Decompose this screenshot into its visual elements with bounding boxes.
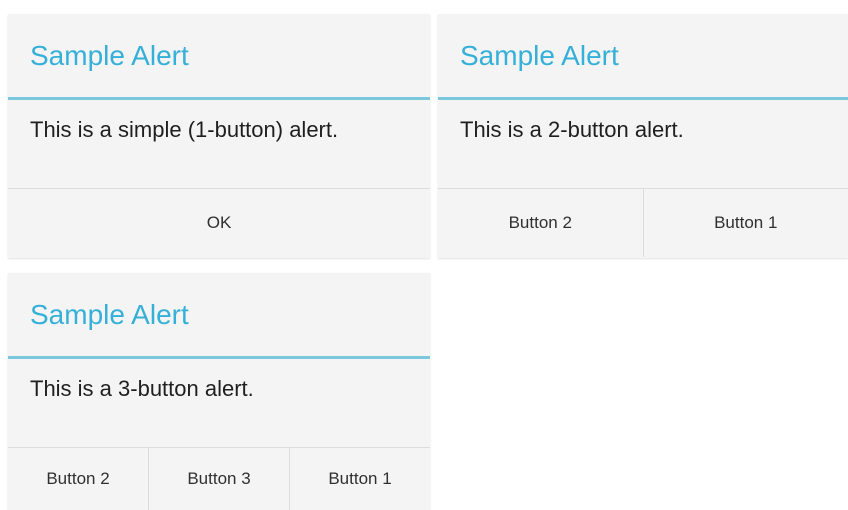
dialog-title-bar: Sample Alert — [8, 273, 430, 359]
button-2[interactable]: Button 2 — [438, 189, 643, 257]
dialog-message: This is a 3-button alert. — [30, 376, 254, 401]
dialog-message-area: This is a 3-button alert. — [8, 359, 430, 448]
dialog-title: Sample Alert — [30, 299, 189, 330]
dialog-title-bar: Sample Alert — [438, 14, 848, 100]
button-3[interactable]: Button 3 — [148, 448, 289, 510]
button-1[interactable]: Button 1 — [289, 448, 430, 510]
button-2[interactable]: Button 2 — [8, 448, 148, 510]
alert-dialog-three-button: Sample Alert This is a 3-button alert. B… — [8, 273, 430, 510]
alert-dialog-two-button: Sample Alert This is a 2-button alert. B… — [438, 14, 848, 258]
dialog-button-bar: Button 2 Button 3 Button 1 — [8, 448, 430, 510]
dialog-message: This is a simple (1-button) alert. — [30, 117, 339, 142]
button-1[interactable]: Button 1 — [642, 189, 848, 257]
dialog-button-bar: Button 2 Button 1 — [438, 189, 848, 257]
dialog-title: Sample Alert — [460, 40, 619, 71]
dialog-title: Sample Alert — [30, 40, 189, 71]
dialog-message-area: This is a simple (1-button) alert. — [8, 100, 430, 189]
ok-button[interactable]: OK — [8, 189, 430, 257]
alert-dialog-one-button: Sample Alert This is a simple (1-button)… — [8, 14, 430, 258]
dialog-button-bar: OK — [8, 189, 430, 257]
dialog-title-bar: Sample Alert — [8, 14, 430, 100]
dialog-message-area: This is a 2-button alert. — [438, 100, 848, 189]
dialog-message: This is a 2-button alert. — [460, 117, 684, 142]
